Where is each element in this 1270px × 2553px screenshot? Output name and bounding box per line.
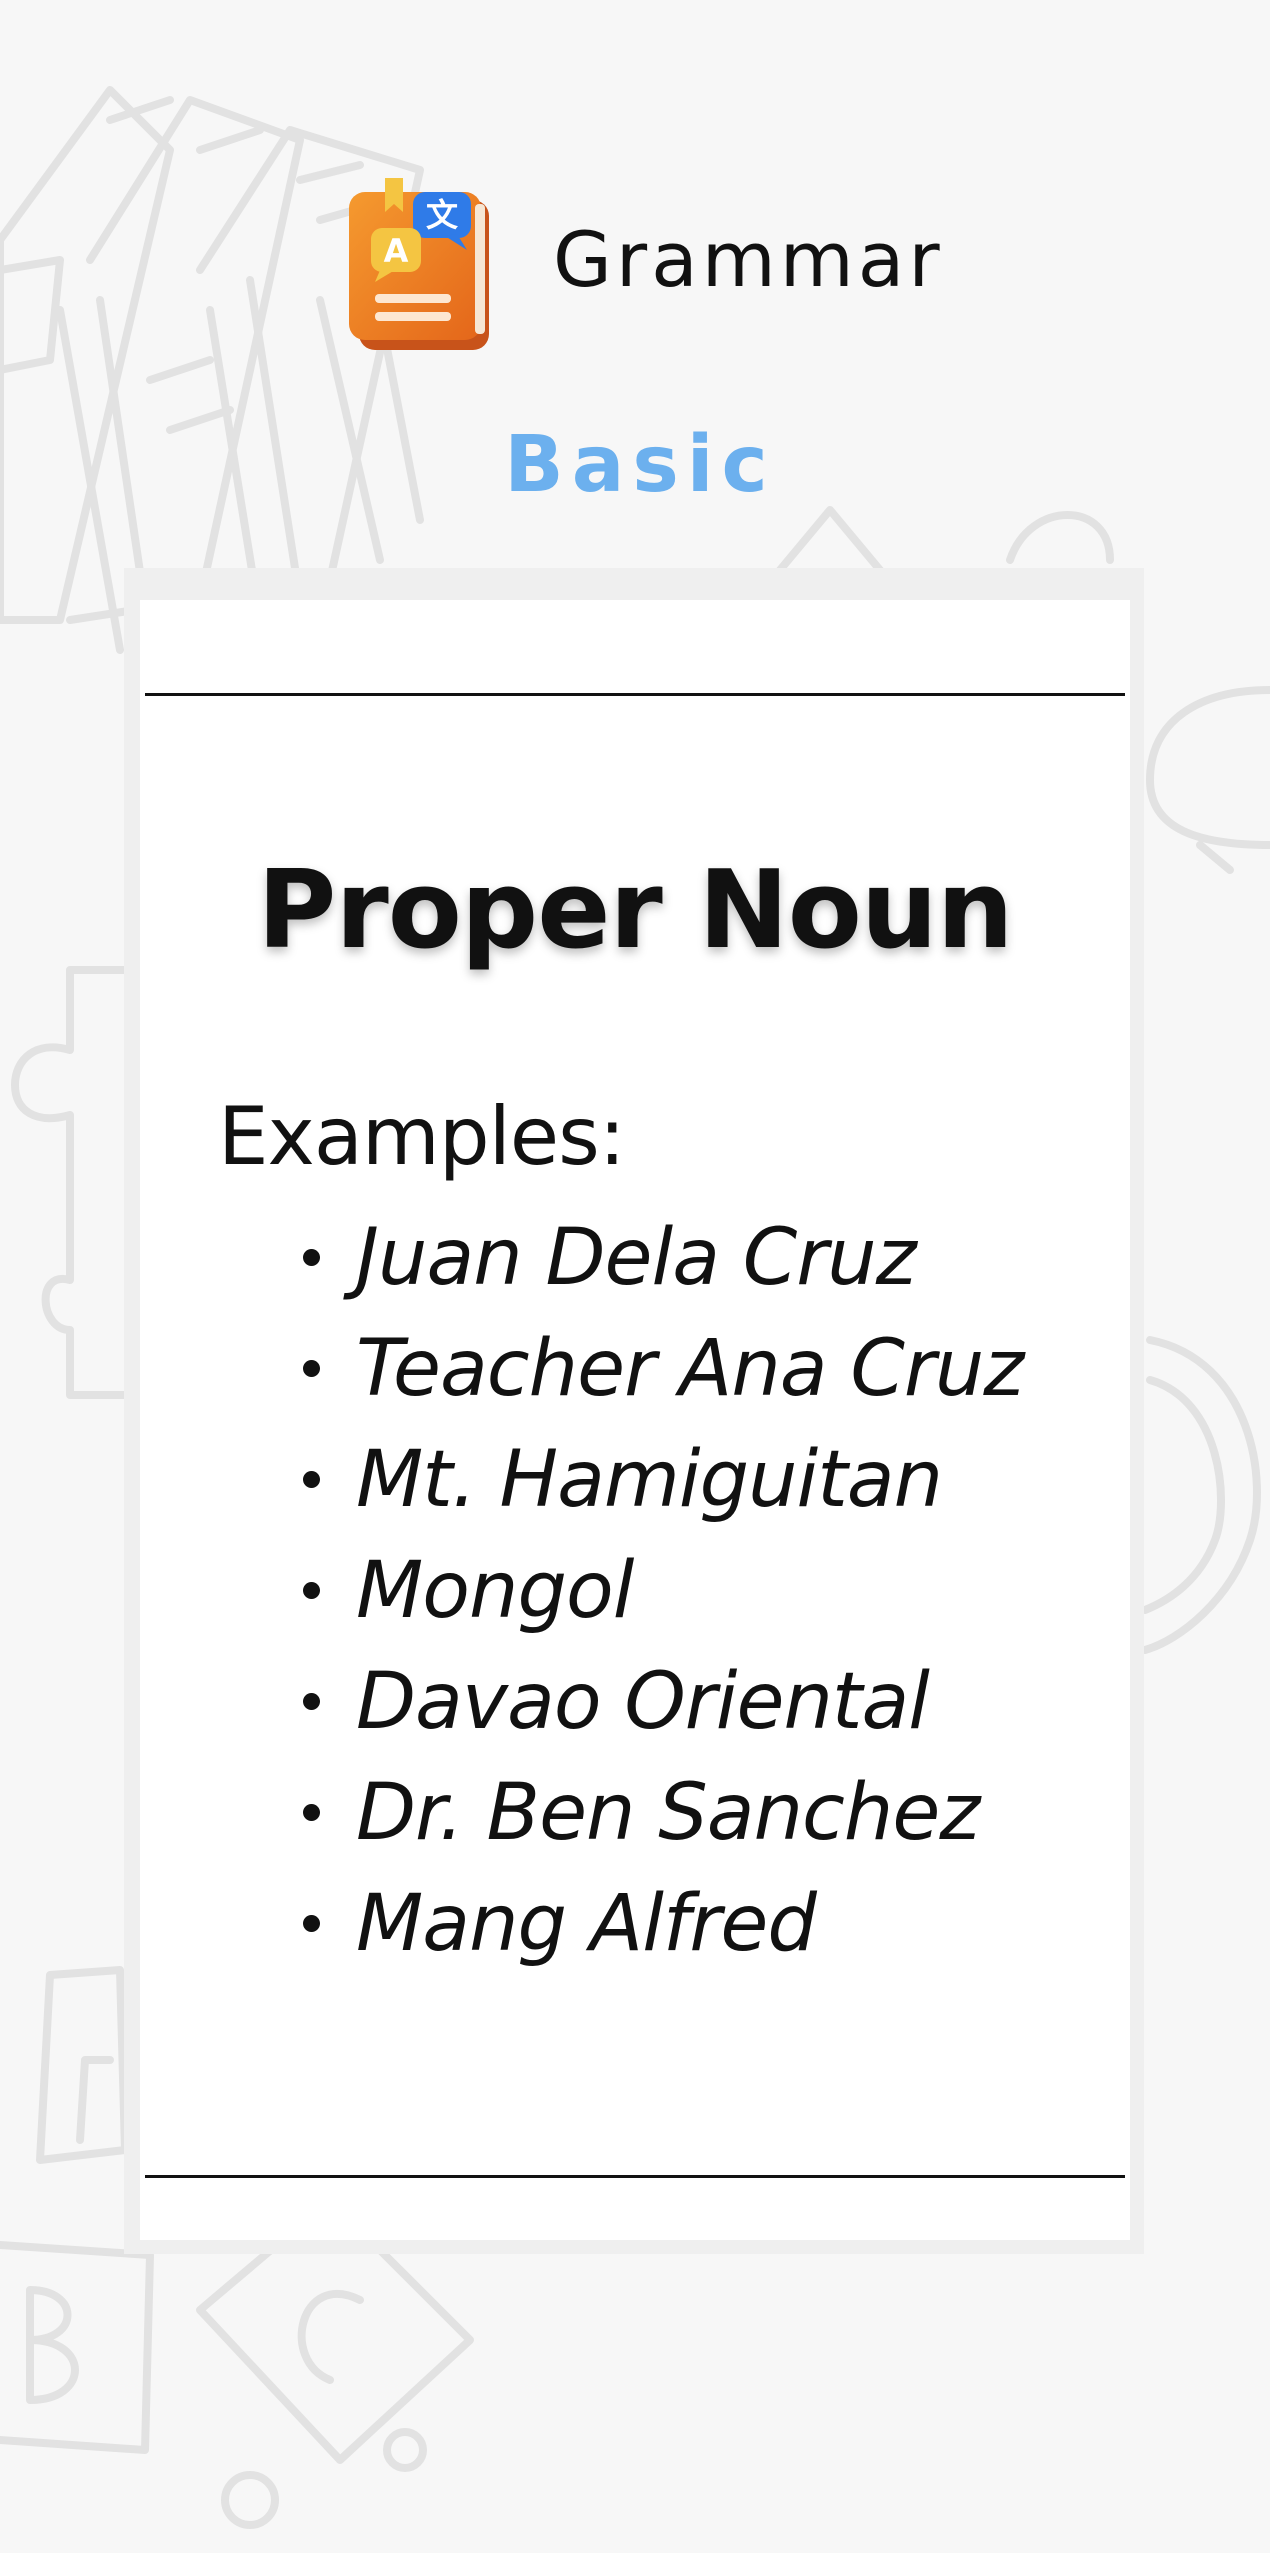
page: 文 A Grammar Basic Proper Noun Examples: … [0,0,1270,2553]
puzzle-doodle [11,966,129,1399]
example-text: Davao Oriental [356,1656,930,1747]
grammar-book-translate-icon: 文 A [349,178,489,350]
example-text: Mang Alfred [356,1878,817,1969]
app-header: 文 A Grammar [345,178,944,350]
svg-text:A: A [384,232,409,270]
bullet-icon [303,1915,320,1932]
bullet-icon [303,1471,320,1488]
bullet-icon [303,1249,320,1266]
card-top-divider [145,693,1125,696]
books-doodle [0,86,424,654]
example-text: Mongol [356,1545,634,1636]
bullet-icon [303,1582,320,1599]
letter-doodles [776,506,1114,574]
svg-text:文: 文 [426,196,458,234]
example-text: Mt. Hamiguitan [356,1434,943,1525]
example-text: Juan Dela Cruz [356,1212,917,1303]
example-text: Teacher Ana Cruz [356,1323,1024,1414]
bubble-doodle [1146,686,1270,874]
app-title: Grammar [553,214,944,304]
bullet-icon [303,1693,320,1710]
example-text: Dr. Ben Sanchez [356,1767,980,1858]
level-label: Basic [504,420,776,510]
bullet-icon [303,1804,320,1821]
examples-label: Examples: [218,1090,626,1183]
bullet-icon [303,1360,320,1377]
lesson-card [140,600,1130,2240]
lesson-title: Proper Noun [257,848,1013,973]
circle-doodle [1141,1336,1261,1654]
card-bottom-divider [145,2175,1125,2178]
